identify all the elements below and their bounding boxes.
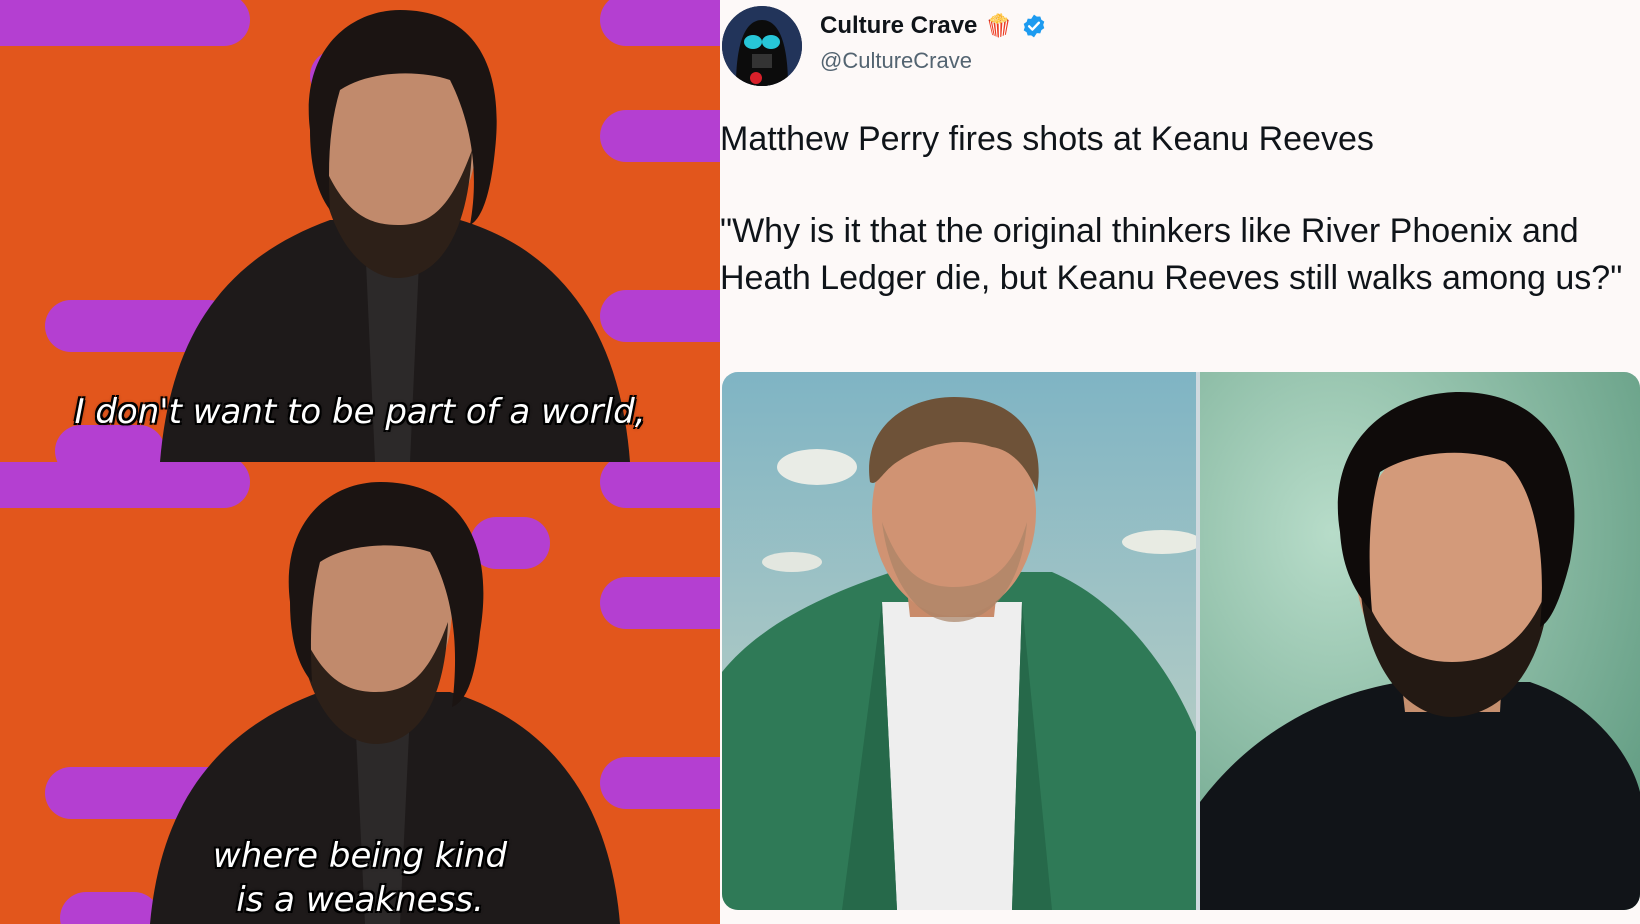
darth-vader-avatar-icon xyxy=(722,6,802,86)
meme-panel-top: I don't want to be part of a world, xyxy=(0,0,720,462)
tweet-text-headline: Matthew Perry fires shots at Keanu Reeve… xyxy=(720,120,1374,158)
meme-caption-top: I don't want to be part of a world, xyxy=(74,392,646,432)
tweet-photo-matthew-perry[interactable] xyxy=(722,372,1196,910)
tweet-body: Matthew Perry fires shots at Keanu Reeve… xyxy=(720,116,1640,302)
verified-badge-icon xyxy=(1023,14,1045,38)
author-row: Culture Crave 🍿 xyxy=(820,12,1047,40)
bearded-man-portrait-photo xyxy=(1200,372,1640,910)
tweet-media-grid xyxy=(722,372,1640,910)
meme-caption-bottom-line1: where being kind xyxy=(212,836,508,876)
meme-panel-bottom: where being kind is a weakness. xyxy=(0,462,720,924)
author-handle[interactable]: @CultureCrave xyxy=(820,48,972,74)
meme-image: I don't want to be part of a world, wher… xyxy=(0,0,720,924)
tweet-card: Culture Crave 🍿 @CultureCrave Matthew Pe… xyxy=(720,0,1640,924)
popcorn-icon: 🍿 xyxy=(985,13,1013,38)
tweet-photo-keanu-reeves[interactable] xyxy=(1200,372,1640,910)
author-display-name[interactable]: Culture Crave xyxy=(820,12,977,40)
tweet-text-quote: "Why is it that the original thinkers li… xyxy=(720,212,1623,297)
meme-caption-bottom-line2: is a weakness. xyxy=(236,880,484,920)
man-in-green-jacket-photo xyxy=(722,372,1196,910)
profile-avatar[interactable] xyxy=(722,6,802,86)
